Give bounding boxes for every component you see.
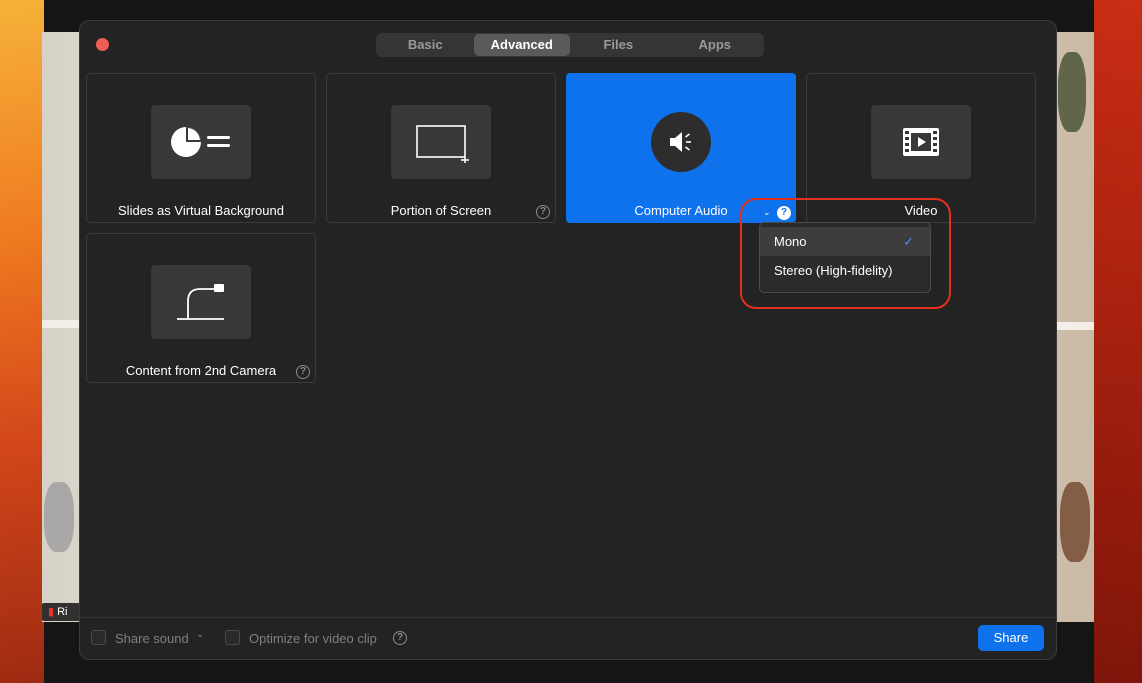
- annotation-highlight-ring: [740, 198, 951, 309]
- muted-mic-icon: ▮: [48, 606, 55, 618]
- shelf: [42, 320, 82, 328]
- participant-name-tag: ▮ Ri: [42, 603, 80, 621]
- 2nd-camera-thumbnail: [151, 265, 251, 339]
- share-button[interactable]: Share: [978, 625, 1044, 651]
- film-icon: [903, 128, 939, 156]
- dialog-footer: Share sound ⌄ Optimize for video clip ? …: [80, 617, 1056, 659]
- close-window-button[interactable]: [96, 38, 109, 51]
- help-icon[interactable]: ?: [536, 205, 550, 219]
- plant: [1058, 52, 1086, 132]
- video-thumbnail: [871, 105, 971, 179]
- tab-apps[interactable]: Apps: [667, 34, 764, 56]
- share-sound-label: Share sound: [115, 631, 189, 646]
- option-content-2nd-camera[interactable]: Content from 2nd Camera ?: [86, 233, 316, 383]
- desktop-wallpaper-right: [1094, 0, 1142, 683]
- option-label: Slides as Virtual Background: [118, 203, 284, 218]
- vase: [44, 482, 74, 552]
- portion-of-screen-thumbnail: [391, 105, 491, 179]
- screen-portion-icon: [416, 125, 469, 163]
- share-screen-dialog: Basic Advanced Files Apps Slides as Virt…: [79, 20, 1057, 660]
- shelf: [1054, 322, 1094, 330]
- tab-basic[interactable]: Basic: [377, 34, 474, 56]
- share-tabs: Basic Advanced Files Apps: [376, 33, 764, 57]
- optimize-video-checkbox[interactable]: [225, 630, 240, 645]
- option-label: Content from 2nd Camera: [125, 363, 277, 378]
- speaker-icon: [670, 132, 691, 152]
- slides-background-thumbnail: [151, 105, 251, 179]
- option-label: Portion of Screen: [390, 203, 492, 218]
- optimize-video-label: Optimize for video clip: [249, 631, 377, 646]
- slides-background-icon: [171, 127, 230, 157]
- chevron-down-icon[interactable]: ⌄: [196, 629, 204, 640]
- document-camera-icon: [177, 284, 224, 320]
- option-portion-of-screen[interactable]: Portion of Screen ?: [326, 73, 556, 223]
- desktop-wallpaper-left: [0, 0, 44, 683]
- option-slides-virtual-background[interactable]: Slides as Virtual Background: [86, 73, 316, 223]
- help-icon[interactable]: ?: [393, 631, 407, 645]
- share-sound-checkbox[interactable]: [91, 630, 106, 645]
- computer-audio-thumbnail: [651, 112, 711, 172]
- tab-files[interactable]: Files: [570, 34, 667, 56]
- bowls: [1060, 482, 1090, 562]
- tab-advanced[interactable]: Advanced: [473, 34, 570, 56]
- help-icon[interactable]: ?: [296, 365, 310, 379]
